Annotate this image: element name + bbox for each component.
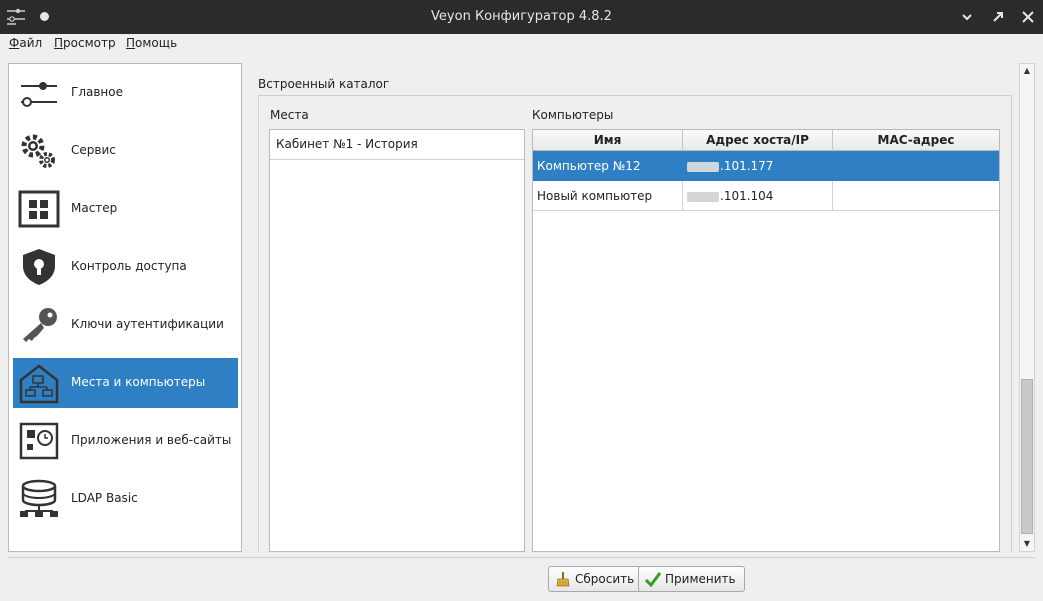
computer-ip-cell[interactable]: .101.104 bbox=[683, 181, 833, 211]
sliders-icon bbox=[17, 72, 61, 114]
sidebar-item-service[interactable]: Сервис bbox=[13, 126, 238, 176]
minimize-button[interactable] bbox=[956, 6, 978, 28]
title-bar: Veyon Конфигуратор 4.8.2 bbox=[0, 0, 1043, 34]
ip-text: .101.104 bbox=[720, 189, 774, 203]
computer-name-cell[interactable]: Компьютер №12 bbox=[533, 151, 683, 181]
computer-mac-cell[interactable] bbox=[833, 151, 999, 181]
scrollbar-thumb[interactable] bbox=[1021, 379, 1033, 534]
sidebar-item-label: Ключи аутентификации bbox=[71, 317, 224, 331]
sidebar-item-locations-computers[interactable]: Места и компьютеры bbox=[13, 358, 238, 408]
close-button[interactable] bbox=[1017, 6, 1039, 28]
computers-table[interactable]: Имя Адрес хоста/IP MAC-адрес Компьютер №… bbox=[532, 129, 1000, 552]
redacted-block bbox=[687, 161, 719, 172]
column-header-mac[interactable]: MAC-адрес bbox=[833, 130, 999, 151]
location-item[interactable]: Кабинет №1 - История bbox=[270, 130, 524, 160]
column-header-ip[interactable]: Адрес хоста/IP bbox=[683, 130, 833, 151]
sidebar-item-access-control[interactable]: Контроль доступа bbox=[13, 242, 238, 292]
ip-text: .101.177 bbox=[720, 159, 774, 173]
checkmark-icon bbox=[644, 571, 662, 588]
grid-window-icon bbox=[17, 188, 61, 230]
computer-name-cell[interactable]: Новый компьютер bbox=[533, 181, 683, 211]
shield-lock-icon bbox=[17, 246, 61, 288]
broom-icon bbox=[555, 571, 571, 587]
sidebar-item-label: Места и компьютеры bbox=[71, 375, 206, 389]
sidebar-item-label: LDAP Basic bbox=[71, 491, 138, 505]
computer-mac-cell[interactable] bbox=[833, 181, 999, 211]
house-network-icon bbox=[17, 362, 61, 404]
apply-button[interactable]: Применить bbox=[638, 566, 745, 592]
menu-file[interactable]: Файл bbox=[9, 36, 42, 50]
sidebar-item-apps-websites[interactable]: Приложения и веб-сайты bbox=[13, 416, 238, 466]
redacted-block bbox=[687, 191, 719, 202]
gears-icon bbox=[17, 130, 61, 172]
reset-button[interactable]: Сбросить bbox=[548, 566, 644, 592]
menu-help[interactable]: Помощь bbox=[126, 36, 177, 50]
sidebar-item-label: Приложения и веб-сайты bbox=[71, 433, 232, 447]
section-title: Встроенный каталог bbox=[258, 77, 390, 91]
computer-ip-cell[interactable]: .101.177 bbox=[683, 151, 833, 181]
table-row[interactable]: Новый компьютер .101.104 bbox=[533, 181, 999, 211]
sidebar-item-ldap-basic[interactable]: LDAP Basic bbox=[13, 474, 238, 524]
database-network-icon bbox=[17, 478, 61, 520]
sidebar-item-master[interactable]: Мастер bbox=[13, 184, 238, 234]
locations-label: Места bbox=[270, 108, 309, 122]
computers-label: Компьютеры bbox=[532, 108, 614, 122]
window-title: Veyon Конфигуратор 4.8.2 bbox=[431, 9, 612, 24]
sidebar-item-general[interactable]: Главное bbox=[13, 68, 238, 118]
scroll-down-icon[interactable]: ▼ bbox=[1020, 537, 1034, 551]
sidebar-item-label: Главное bbox=[71, 85, 123, 99]
scroll-up-icon[interactable]: ▲ bbox=[1020, 64, 1034, 78]
column-header-name[interactable]: Имя bbox=[533, 130, 683, 151]
divider bbox=[8, 557, 1035, 558]
maximize-button[interactable] bbox=[987, 6, 1009, 28]
sidebar-item-label: Сервис bbox=[71, 143, 116, 157]
reset-label: Сбросить bbox=[575, 572, 635, 586]
main-content: Встроенный каталог Места Компьютеры Каби… bbox=[248, 63, 1034, 552]
locations-list[interactable]: Кабинет №1 - История bbox=[269, 129, 525, 552]
sidebar-item-auth-keys[interactable]: Ключи аутентификации bbox=[13, 300, 238, 350]
sidebar-nav: Главное Сервис Мастер Контроль доступа К… bbox=[8, 63, 242, 552]
menu-bar: Файл Просмотр Помощь bbox=[0, 34, 1043, 54]
sidebar-item-label: Контроль доступа bbox=[71, 259, 187, 273]
table-header: Имя Адрес хоста/IP MAC-адрес bbox=[533, 130, 999, 151]
apply-label: Применить bbox=[665, 572, 736, 586]
app-clock-icon bbox=[17, 420, 61, 462]
table-row[interactable]: Компьютер №12 .101.177 bbox=[533, 151, 999, 181]
sidebar-item-label: Мастер bbox=[71, 201, 118, 215]
key-icon bbox=[17, 304, 61, 346]
vertical-scrollbar[interactable]: ▲ ▼ bbox=[1019, 63, 1035, 552]
menu-view[interactable]: Просмотр bbox=[54, 36, 116, 50]
